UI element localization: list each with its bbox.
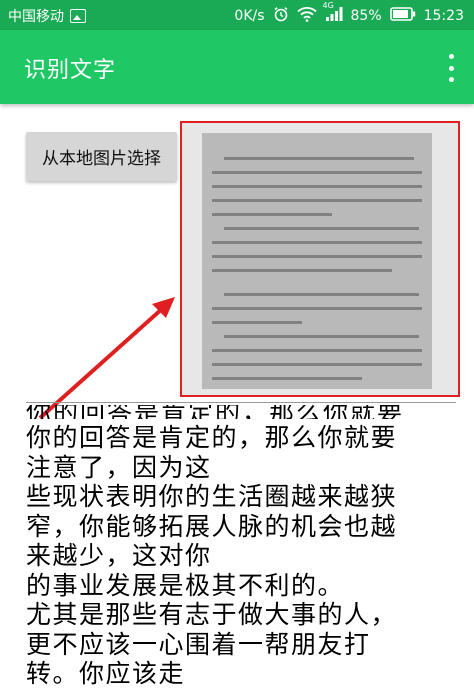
status-bar: 中国移动 0K/s 4G 85% 15:23	[0, 0, 474, 30]
status-bar-right: 0K/s 4G 85% 15:23	[234, 1, 464, 26]
clock: 15:23	[423, 8, 464, 24]
text-line: 来越少，这对你	[26, 541, 212, 570]
text-line: 尤其是那些有志于做大事的人，	[26, 600, 398, 629]
wifi-icon	[296, 6, 317, 26]
gallery-notification-icon	[70, 9, 86, 23]
network-speed: 0K/s	[234, 8, 265, 24]
status-bar-left: 中国移动	[8, 6, 86, 26]
pick-local-image-button[interactable]: 从本地图片选择	[26, 132, 177, 181]
document-photo	[202, 133, 432, 389]
text-line: 注意了，因为这	[26, 452, 212, 482]
battery-percent: 85%	[350, 8, 382, 24]
battery-icon	[389, 7, 416, 25]
alarm-icon	[273, 6, 289, 26]
result-divider	[26, 402, 456, 403]
app-bar: 识别文字	[0, 30, 474, 104]
selected-image-preview[interactable]	[180, 121, 460, 397]
recognized-text: 你的回答是肯定的，那么你就要 注意了，因为这 些现状表明你的生活圈越来越狭 窄，…	[26, 423, 456, 689]
network-type: 4G	[322, 1, 334, 10]
text-line: 的事业发展是极其不利的。	[26, 570, 345, 600]
text-line: 更不应该一心围着一帮朋友打	[26, 629, 371, 659]
text-line: 些现状表明你的生活圈越来越狭	[26, 482, 398, 511]
overflow-menu-icon[interactable]	[446, 54, 456, 82]
partial-text-line: 你的回答是肯定的，那么你就要	[26, 405, 404, 419]
cellular-signal-icon: 4G	[323, 1, 343, 26]
text-line: 窄，你能够拓展人脉的机会也越	[26, 511, 398, 541]
carrier-label: 中国移动	[8, 9, 64, 25]
scrolled-text-fragment: 你的回答是肯定的，那么你就要	[26, 405, 436, 419]
text-line: 你的回答是肯定的，那么你就要	[26, 423, 398, 452]
app-title: 识别文字	[24, 58, 117, 83]
